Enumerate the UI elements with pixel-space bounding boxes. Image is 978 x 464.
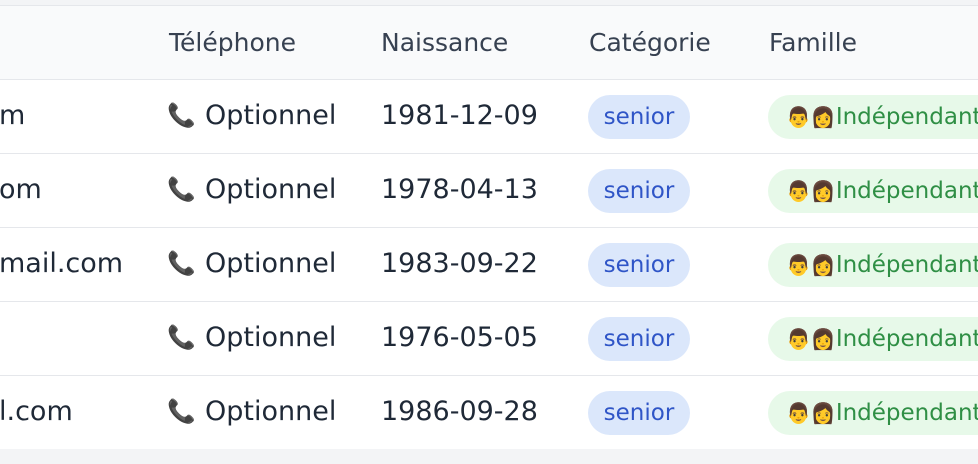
category-badge: senior <box>588 169 690 213</box>
birth-date-cell: 1986-09-28 <box>381 396 538 427</box>
column-header-naissance[interactable]: Naissance <box>381 28 508 58</box>
phone-cell: 📞 Optionnel <box>167 174 336 206</box>
table-row[interactable]: om 📞 Optionnel 1978-04-13 senior 👨‍👩 Indép… <box>0 153 978 227</box>
family-status-label: Indépendant <box>835 326 978 352</box>
column-header-telephone[interactable]: Téléphone <box>169 28 296 58</box>
table-row[interactable]: l.com 📞 Optionnel 1986-09-28 senior 👨‍👩 In… <box>0 375 978 449</box>
phone-cell: 📞 Optionnel <box>167 248 336 280</box>
column-header-categorie[interactable]: Catégorie <box>589 28 711 58</box>
column-header-famille[interactable]: Famille <box>769 28 857 58</box>
family-status-badge: 👨‍👩 Indépendant <box>768 243 978 287</box>
category-badge: senior <box>588 243 690 287</box>
family-status-badge: 👨‍👩 Indépendant <box>768 169 978 213</box>
category-badge: senior <box>588 391 690 435</box>
phone-cell: 📞 Optionnel <box>167 322 336 354</box>
family-status-badge: 👨‍👩 Indépendant <box>768 95 978 139</box>
birth-date-cell: 1978-04-13 <box>381 174 538 205</box>
table-header: Téléphone Naissance Catégorie Famille <box>0 6 978 79</box>
family-icon: 👨‍👩 <box>786 327 836 351</box>
family-status-badge: 👨‍👩 Indépendant <box>768 317 978 361</box>
birth-date-cell: 1981-12-09 <box>381 100 538 131</box>
phone-icon: 📞 <box>167 103 196 129</box>
birth-date-cell: 1976-05-05 <box>381 322 538 353</box>
email-cell: mail.com <box>0 248 124 279</box>
family-icon: 👨‍👩 <box>786 179 836 203</box>
email-cell: om <box>0 174 42 205</box>
category-badge: senior <box>588 317 690 361</box>
table-row[interactable]: 📞 Optionnel 1976-05-05 senior 👨‍👩 Indépend… <box>0 301 978 375</box>
birth-date-cell: 1983-09-22 <box>381 248 538 279</box>
table-row[interactable]: m 📞 Optionnel 1981-12-09 senior 👨‍👩 Indépe… <box>0 79 978 153</box>
phone-value: Optionnel <box>205 174 337 205</box>
family-icon: 👨‍👩 <box>786 105 836 129</box>
phone-cell: 📞 Optionnel <box>167 396 336 428</box>
family-icon: 👨‍👩 <box>786 401 836 425</box>
family-status-label: Indépendant <box>835 400 978 426</box>
users-table: Téléphone Naissance Catégorie Famille m … <box>0 5 978 449</box>
email-cell: l.com <box>0 396 73 427</box>
family-status-label: Indépendant <box>835 178 978 204</box>
email-cell: m <box>0 100 26 131</box>
family-status-label: Indépendant <box>835 252 978 278</box>
page: Téléphone Naissance Catégorie Famille m … <box>0 0 978 464</box>
phone-icon: 📞 <box>167 177 196 203</box>
phone-cell: 📞 Optionnel <box>167 100 336 132</box>
phone-value: Optionnel <box>205 396 337 427</box>
phone-value: Optionnel <box>205 100 337 131</box>
phone-value: Optionnel <box>205 322 337 353</box>
phone-icon: 📞 <box>167 251 196 277</box>
category-badge: senior <box>588 95 690 139</box>
phone-icon: 📞 <box>167 399 196 425</box>
table-row[interactable]: mail.com 📞 Optionnel 1983-09-22 senior 👨‍… <box>0 227 978 301</box>
phone-value: Optionnel <box>205 248 337 279</box>
family-status-badge: 👨‍👩 Indépendant <box>768 391 978 435</box>
family-status-label: Indépendant <box>835 104 978 130</box>
family-icon: 👨‍👩 <box>786 253 836 277</box>
phone-icon: 📞 <box>167 325 196 351</box>
